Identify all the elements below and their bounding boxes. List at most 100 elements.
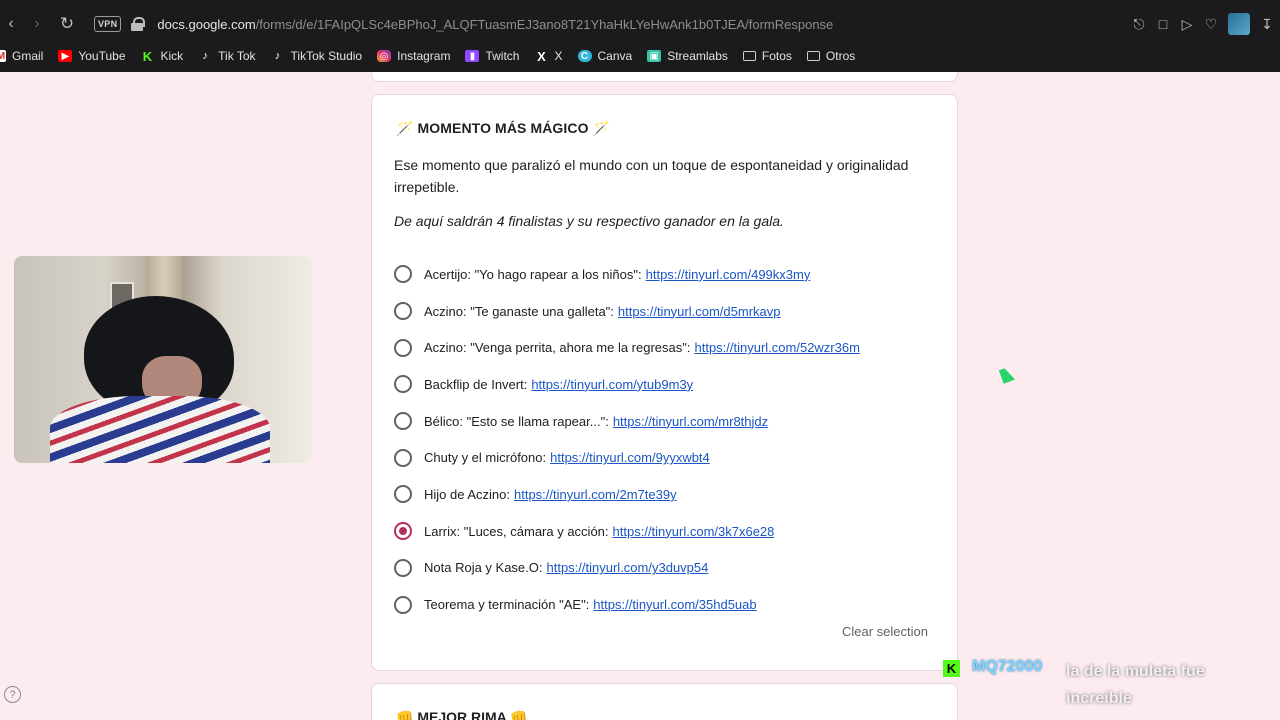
radio-option[interactable]: Chuty y el micrófono: https://tinyurl.com…: [394, 439, 860, 476]
radio-button[interactable]: [394, 302, 412, 321]
option-link[interactable]: https://tinyurl.com/52wzr36m: [694, 340, 859, 355]
chat-username: MQ72000: [972, 658, 1043, 675]
bookmark-otros[interactable]: Otros: [806, 49, 855, 63]
address-bar[interactable]: docs.google.com/forms/d/e/1FAIpQLSc4eBPh…: [157, 17, 833, 32]
option-label: Nota Roja y Kase.O:: [424, 560, 543, 576]
option-link[interactable]: https://tinyurl.com/ytub9m3y: [531, 377, 693, 392]
vpn-badge[interactable]: VPN: [94, 16, 122, 32]
option-label: Teorema y terminación "AE":: [424, 597, 590, 613]
bookmark-label: Streamlabs: [667, 49, 728, 63]
option-label: Hijo de Aczino:: [424, 486, 510, 502]
radio-option[interactable]: Aczino: "Te ganaste una galleta": https:/…: [394, 293, 860, 330]
forward-icon[interactable]: ›: [26, 15, 48, 33]
radio-button[interactable]: [394, 265, 412, 284]
question-description: Ese momento que paralizó el mundo con un…: [394, 157, 909, 195]
radio-button[interactable]: [394, 485, 412, 504]
next-question-card: 👊 MEJOR RIMA 👊: [371, 683, 958, 720]
bookmark-label: Fotos: [761, 49, 792, 63]
bookmark-twitch[interactable]: ▮ Twitch: [465, 49, 519, 63]
bookmark-fotos[interactable]: Fotos: [742, 49, 792, 63]
next-question-title: 👊 MEJOR RIMA 👊: [396, 709, 528, 720]
clear-selection-button[interactable]: Clear selection: [842, 624, 928, 639]
bookmark-tik-tok[interactable]: ♪ Tik Tok: [198, 49, 255, 63]
option-label: Bélico: "Esto se llama rapear...":: [424, 413, 609, 429]
radio-option[interactable]: Acertijo: "Yo hago rapear a los niños": h…: [394, 256, 860, 293]
instagram-icon: ◎: [377, 50, 392, 62]
mouse-cursor: [998, 366, 1016, 384]
option-link[interactable]: https://tinyurl.com/2m7te39y: [514, 487, 677, 502]
tiktok-icon: ♪: [274, 50, 281, 62]
radio-option[interactable]: Teorema y terminación "AE": https://tinyu…: [394, 586, 860, 623]
option-label: Backflip de Invert:: [424, 376, 528, 392]
radio-option[interactable]: Larrix: "Luces, cámara y acción: https://…: [394, 513, 860, 550]
radio-button[interactable]: [394, 375, 412, 394]
radio-button[interactable]: [394, 558, 412, 577]
folder-icon: [742, 51, 756, 61]
bookmark-label: Kick: [160, 49, 184, 63]
radio-button[interactable]: [394, 448, 412, 467]
kick-icon: K: [142, 48, 153, 64]
radio-button[interactable]: [394, 338, 412, 357]
radio-button-selected[interactable]: [394, 522, 412, 541]
radio-option[interactable]: Hijo de Aczino: https://tinyurl.com/2m7te…: [394, 476, 860, 513]
heart-icon[interactable]: ♡: [1204, 16, 1218, 33]
folder-icon: [806, 51, 820, 61]
previous-question-card: [371, 72, 958, 82]
bookmark-label: Canva: [597, 49, 633, 63]
pin-icon[interactable]: ⎋: [1132, 16, 1146, 33]
radio-option[interactable]: Aczino: "Venga perrita, ahora me la regr…: [394, 329, 860, 366]
lock-icon[interactable]: [131, 17, 146, 31]
radio-option[interactable]: Nota Roja y Kase.O: https://tinyurl.com/y…: [394, 550, 860, 587]
bookmark-label: TikTok Studio: [290, 49, 363, 63]
option-label: Larrix: "Luces, cámara y acción:: [424, 523, 609, 539]
option-link[interactable]: https://tinyurl.com/d5mrkavp: [618, 304, 781, 319]
option-label: Aczino: "Te ganaste una galleta":: [424, 303, 614, 319]
radio-button[interactable]: [394, 595, 412, 614]
download-icon[interactable]: ↧: [1260, 16, 1274, 33]
twitch-icon: ▮: [465, 50, 480, 62]
bookmarks-bar: M Gmail ▶ YouTube K Kick ♪ Tik Tok ♪ TikTok Studi…: [0, 40, 1280, 72]
bookmark-instagram[interactable]: ◎ Instagram: [377, 49, 450, 63]
option-link[interactable]: https://tinyurl.com/mr8thjdz: [613, 414, 768, 429]
play-icon[interactable]: ▷: [1180, 16, 1194, 33]
url-host: docs.google.com: [157, 16, 256, 32]
bookmark-label: Gmail: [12, 49, 44, 63]
screenshot-icon[interactable]: □: [1156, 16, 1170, 32]
option-link[interactable]: https://tinyurl.com/y3duvp54: [547, 560, 709, 575]
reload-icon[interactable]: ↻: [56, 14, 78, 34]
kick-icon: K: [943, 660, 960, 677]
bookmark-label: YouTube: [78, 49, 126, 63]
radio-option[interactable]: Bélico: "Esto se llama rapear...": https:…: [394, 403, 860, 440]
option-label: Aczino: "Venga perrita, ahora me la regr…: [424, 340, 691, 356]
option-link[interactable]: https://tinyurl.com/499kx3my: [646, 267, 811, 282]
bookmark-streamlabs[interactable]: ▣ Streamlabs: [647, 49, 728, 63]
option-label: Chuty y el micrófono:: [424, 450, 547, 466]
option-link[interactable]: https://tinyurl.com/35hd5uab: [593, 597, 756, 612]
bookmark-gmail[interactable]: M Gmail: [0, 49, 43, 63]
bookmark-kick[interactable]: K Kick: [141, 48, 184, 64]
bookmark-tiktok-studio[interactable]: ♪ TikTok Studio: [271, 49, 363, 63]
url-path: /forms/d/e/1FAIpQLSc4eBPhoJ_ALQFTuasmEJ3…: [255, 16, 834, 32]
radio-group: Acertijo: "Yo hago rapear a los niños": h…: [394, 256, 860, 623]
radio-button[interactable]: [394, 412, 412, 431]
tiktok-icon: ♪: [202, 50, 208, 62]
back-icon[interactable]: ‹: [0, 15, 22, 33]
chat-message: la de la muleta fue increible: [1066, 663, 1205, 707]
option-link[interactable]: https://tinyurl.com/3k7x6e28: [613, 524, 775, 539]
bookmark-label: Twitch: [485, 49, 520, 63]
canva-icon: C: [577, 50, 592, 62]
bookmark-canva[interactable]: C Canva: [577, 49, 633, 63]
bookmark-x[interactable]: XX: [534, 49, 562, 64]
radio-option[interactable]: Backflip de Invert: https://tinyurl.com/y…: [394, 366, 860, 403]
profile-avatar[interactable]: [1228, 13, 1250, 35]
streamlabs-icon: ▣: [647, 50, 662, 62]
bookmark-youtube[interactable]: ▶ YouTube: [58, 49, 126, 63]
help-icon[interactable]: ?: [4, 686, 21, 703]
option-label: Acertijo: "Yo hago rapear a los niños":: [424, 266, 642, 282]
question-title: 🪄 MOMENTO MÁS MÁGICO 🪄: [396, 120, 611, 136]
gmail-icon: M: [0, 50, 6, 62]
youtube-icon: ▶: [58, 50, 73, 62]
option-link[interactable]: https://tinyurl.com/9yyxwbt4: [550, 450, 710, 465]
bookmark-label: Instagram: [397, 49, 451, 63]
webcam-overlay: [14, 256, 312, 463]
